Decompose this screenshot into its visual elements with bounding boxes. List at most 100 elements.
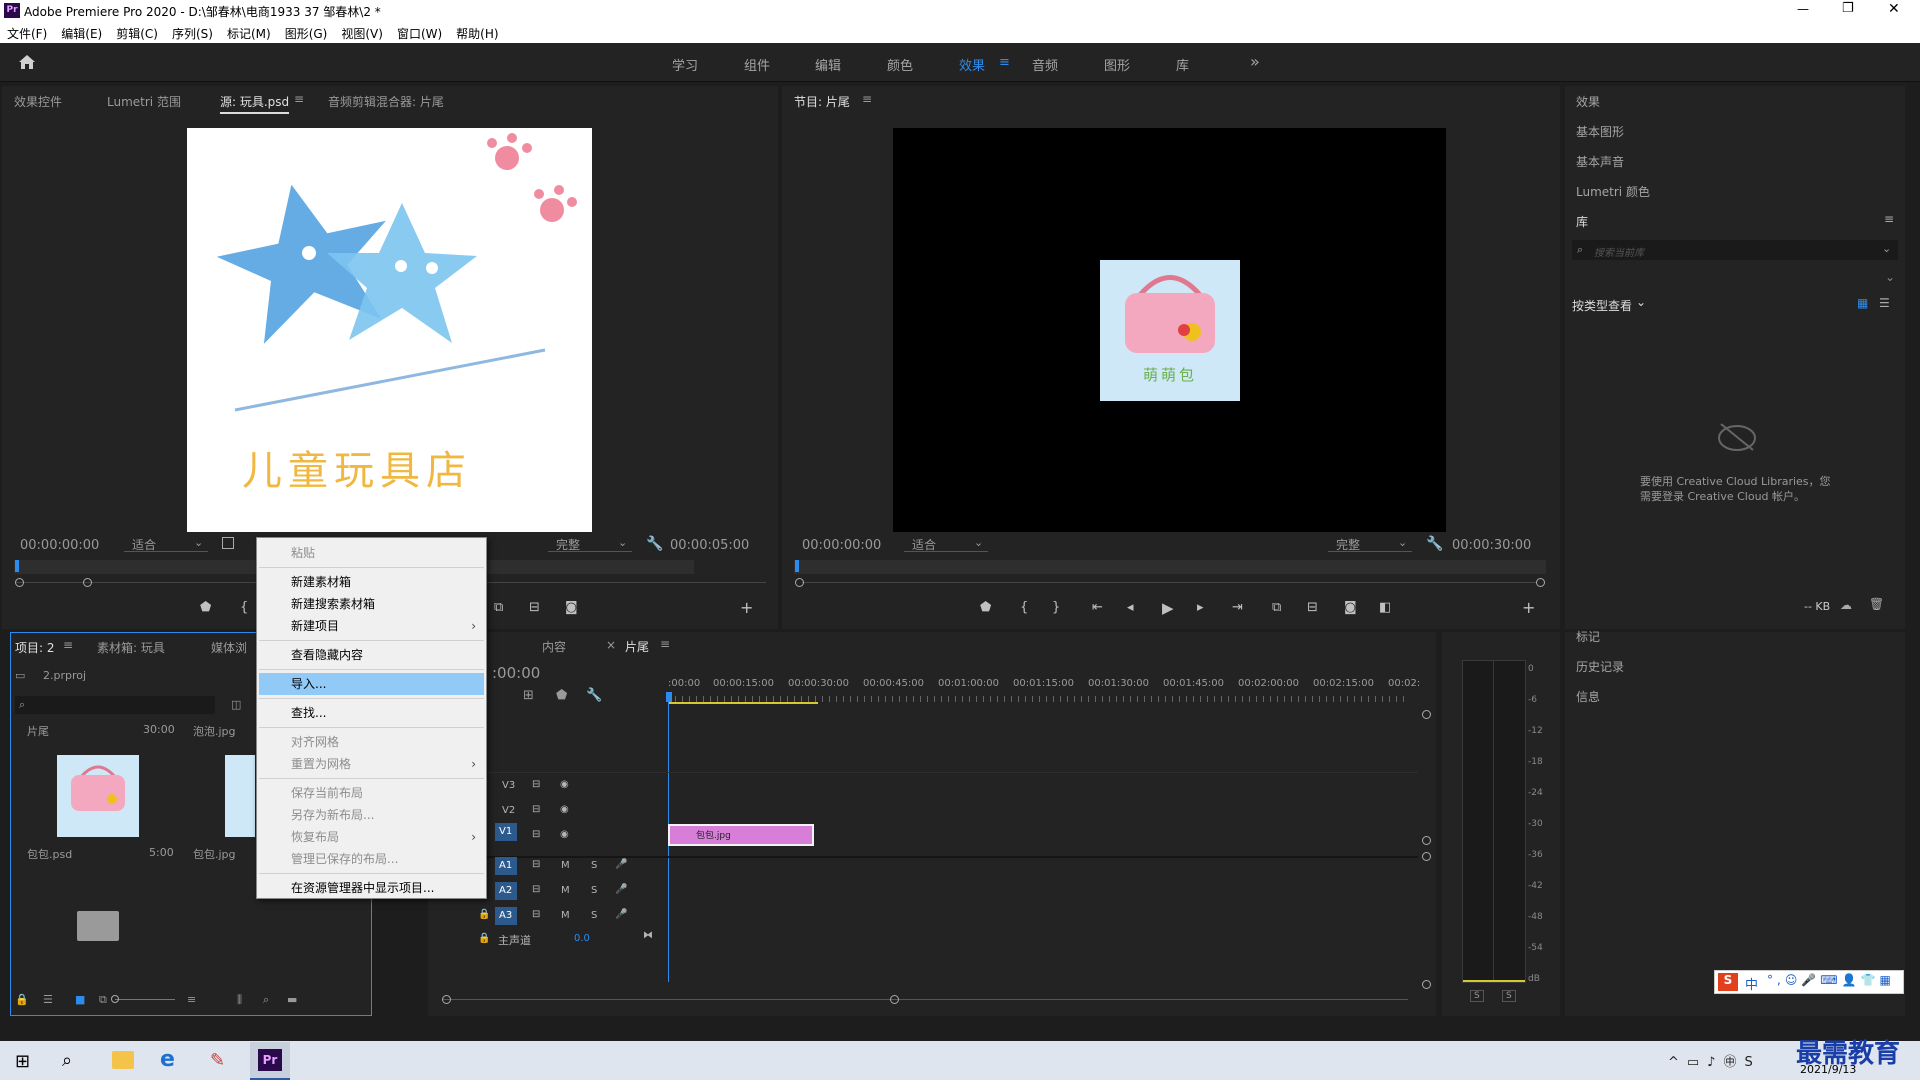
- libraries-menu-icon[interactable]: ≡: [1884, 212, 1894, 226]
- sort-icon[interactable]: ≡: [187, 993, 196, 1006]
- maximize-button[interactable]: ❐: [1842, 1, 1854, 16]
- view-by-type-dropdown[interactable]: 按类型查看: [1572, 297, 1632, 314]
- workspace-more-icon[interactable]: »: [1250, 52, 1260, 71]
- tab-program[interactable]: 节目: 片尾: [794, 93, 850, 110]
- play-icon[interactable]: ▶: [1162, 599, 1174, 617]
- track-label-v2[interactable]: V2: [502, 805, 515, 816]
- workspace-menu-icon[interactable]: ≡: [999, 55, 1010, 70]
- camera-icon[interactable]: ◙: [565, 600, 578, 615]
- menu-sequence[interactable]: 序列(S): [172, 27, 213, 41]
- workspace-assembly[interactable]: 组件: [744, 55, 770, 74]
- tab-sequence[interactable]: 片尾: [625, 638, 649, 655]
- solo-button[interactable]: S: [591, 860, 597, 871]
- workspace-effects[interactable]: 效果: [959, 55, 985, 74]
- insert-icon[interactable]: ⧉: [494, 600, 503, 615]
- icon-view-icon[interactable]: ■: [75, 993, 85, 1006]
- workspace-graphics[interactable]: 图形: [1104, 55, 1130, 74]
- workspace-editing[interactable]: 编辑: [815, 55, 841, 74]
- zoom-slider-handle[interactable]: [111, 995, 119, 1003]
- tab-audio-clip-mixer[interactable]: 音频剪辑混合器: 片尾: [328, 93, 444, 110]
- menu-item-view-hidden[interactable]: 查看隐藏内容: [257, 644, 486, 666]
- menu-item-new-search-bin[interactable]: 新建搜索素材箱: [257, 593, 486, 615]
- program-add-button-icon[interactable]: +: [1522, 598, 1535, 617]
- mark-out-icon[interactable]: }: [1052, 600, 1060, 615]
- mark-in-icon[interactable]: {: [240, 600, 248, 615]
- menu-help[interactable]: 帮助(H): [456, 27, 498, 41]
- sogou-icon[interactable]: S: [1718, 973, 1738, 991]
- compare-icon[interactable]: ◧: [1379, 600, 1391, 615]
- grid-view-icon[interactable]: ▦: [1857, 296, 1868, 310]
- program-zoom-handle-right[interactable]: [1536, 578, 1545, 587]
- timeline-tab-menu-icon[interactable]: ≡: [660, 637, 670, 651]
- toggle-sync-lock-icon[interactable]: ⊟: [532, 884, 540, 895]
- essential-sound-item[interactable]: 基本声音: [1576, 153, 1624, 170]
- menu-item-new-bin[interactable]: 新建素材箱: [257, 571, 486, 593]
- source-fit-dropdown[interactable]: 适合 ⌄: [124, 534, 208, 552]
- workspace-color[interactable]: 颜色: [887, 55, 913, 74]
- menu-item-restore-layout[interactable]: 恢复布局 ›: [257, 826, 486, 848]
- program-fit-dropdown[interactable]: 适合 ⌄: [904, 534, 988, 552]
- markers-panel-item[interactable]: 标记: [1576, 628, 1600, 645]
- mute-button[interactable]: M: [561, 885, 570, 896]
- windows-start-icon[interactable]: ⊞: [15, 1051, 30, 1072]
- new-bin-from-search-icon[interactable]: ◫: [231, 698, 241, 711]
- menu-view[interactable]: 视图(V): [341, 27, 383, 41]
- menu-item-find[interactable]: 查找...: [257, 702, 486, 724]
- effects-panel-item[interactable]: 效果: [1576, 93, 1600, 110]
- add-marker-icon[interactable]: ⬟: [556, 688, 567, 703]
- home-icon[interactable]: [18, 54, 36, 70]
- source-safe-margin-icon[interactable]: [222, 537, 234, 549]
- scroll-handle-right[interactable]: [890, 995, 899, 1004]
- marker-icon[interactable]: ⬟: [980, 600, 991, 615]
- menu-graphics[interactable]: 图形(G): [285, 27, 328, 41]
- meter-solo-button[interactable]: S: [1470, 990, 1484, 1002]
- menu-item-new-item[interactable]: 新建项目 ›: [257, 615, 486, 637]
- menu-item-reveal-in-explorer[interactable]: 在资源管理器中显示项目...: [257, 877, 486, 899]
- timeline-horizontal-scrollbar[interactable]: [442, 999, 1408, 1000]
- close-button[interactable]: ✕: [1888, 1, 1900, 17]
- mark-in-icon[interactable]: {: [1020, 600, 1028, 615]
- project-item-thumbnail[interactable]: [57, 755, 139, 837]
- tab-close-icon[interactable]: ×: [606, 638, 616, 652]
- snap-icon[interactable]: ⊞: [523, 688, 534, 703]
- search-icon[interactable]: ⌕: [62, 1050, 72, 1071]
- wrench-icon[interactable]: 🔧: [646, 536, 663, 552]
- menu-item-align-to-grid[interactable]: 对齐网格: [257, 731, 486, 753]
- list-view-icon[interactable]: ☰: [1879, 296, 1890, 310]
- premiere-taskbar-icon[interactable]: Pr: [250, 1042, 290, 1080]
- camera-icon[interactable]: ◙: [1344, 600, 1357, 615]
- tab-effect-controls[interactable]: 效果控件: [14, 93, 62, 110]
- go-to-end-icon[interactable]: ⧓: [643, 930, 653, 941]
- source-zoom-handle-left[interactable]: [15, 578, 24, 587]
- project-item-name[interactable]: 包包.psd: [27, 846, 72, 862]
- freeform-view-icon[interactable]: ⧉: [99, 993, 107, 1007]
- menu-markers[interactable]: 标记(M): [227, 27, 271, 41]
- menu-item-paste[interactable]: 粘贴: [257, 542, 486, 564]
- library-search-input[interactable]: ⌕ 搜索当前库 ⌄: [1572, 240, 1898, 260]
- paint-app-icon[interactable]: ✎: [210, 1050, 225, 1071]
- essential-graphics-item[interactable]: 基本图形: [1576, 123, 1624, 140]
- chevron-down-icon[interactable]: ⌄: [1885, 270, 1895, 284]
- tab-media-browser[interactable]: 媒体浏: [211, 639, 247, 656]
- menu-item-import[interactable]: 导入...: [259, 673, 484, 695]
- step-back-icon[interactable]: ◂: [1127, 600, 1134, 615]
- tab-source[interactable]: 源: 玩具.psd: [220, 93, 290, 114]
- lock-icon[interactable]: 🔒: [478, 909, 490, 920]
- project-tab-menu-icon[interactable]: ≡: [63, 638, 73, 652]
- lock-icon[interactable]: 🔒: [15, 993, 29, 1006]
- workspace-learn[interactable]: 学习: [672, 55, 698, 74]
- timeline-clip[interactable]: 包包.jpg: [668, 824, 814, 846]
- track-label-v3[interactable]: V3: [502, 780, 515, 791]
- timeline-timecode[interactable]: :00:00: [492, 664, 540, 682]
- list-view-icon[interactable]: ☰: [43, 993, 53, 1006]
- lumetri-color-item[interactable]: Lumetri 颜色: [1576, 183, 1650, 200]
- microphone-icon[interactable]: 🎤: [615, 859, 627, 870]
- video-scroll-handle[interactable]: [1422, 710, 1431, 719]
- master-volume-value[interactable]: 0.0: [574, 933, 590, 944]
- track-label-a1[interactable]: A1: [495, 857, 517, 875]
- find-icon[interactable]: ⌕: [263, 993, 269, 1007]
- program-scrub-bar[interactable]: [794, 560, 1546, 574]
- lock-icon[interactable]: 🔒: [478, 933, 490, 944]
- program-zoom-bar[interactable]: [802, 582, 1536, 583]
- chevron-down-icon[interactable]: ⌄: [1882, 242, 1891, 255]
